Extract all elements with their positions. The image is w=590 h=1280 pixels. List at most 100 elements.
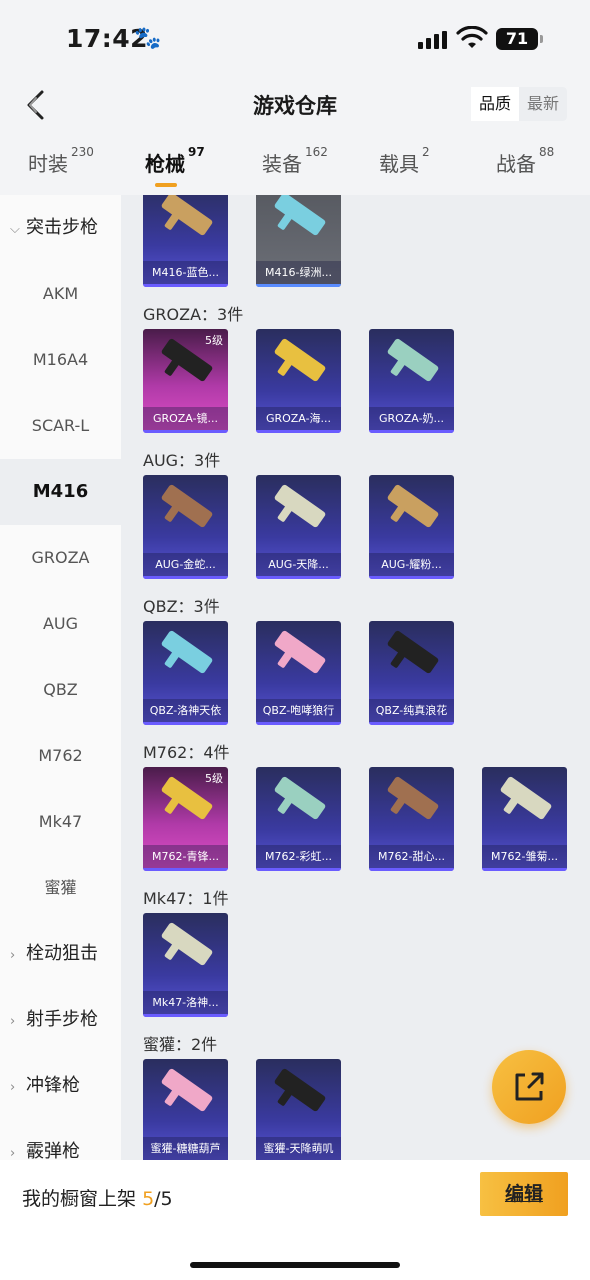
showcase-status: 我的橱窗上架 5/5	[22, 1188, 173, 1210]
sidebar-group-shotgun[interactable]: › 霰弹枪	[0, 1119, 121, 1160]
item-card[interactable]: AUG-金蛇...	[143, 475, 228, 579]
sort-quality-button[interactable]: 品质	[471, 87, 520, 121]
item-card[interactable]: QBZ-洛神天依	[143, 621, 228, 725]
item-card[interactable]: M762-雏菊...	[482, 767, 567, 871]
item-card[interactable]: Mk47-洛神...	[143, 913, 228, 1017]
gun-skin-icon	[273, 1067, 327, 1113]
tab-fashion[interactable]: 时装 230	[28, 145, 94, 177]
gun-skin-icon	[160, 195, 214, 237]
item-card[interactable]: 蜜獾-糖糖葫芦	[143, 1059, 228, 1160]
gun-skin-icon	[386, 483, 440, 529]
item-card[interactable]: 5级 M762-青锋...	[143, 767, 228, 871]
rarity-bar	[143, 1014, 228, 1017]
item-card[interactable]: M416-绿洲...	[256, 195, 341, 287]
section-label: AUG：3件	[143, 451, 221, 470]
item-card[interactable]: M762-甜心...	[369, 767, 454, 871]
item-name: M762-雏菊...	[482, 845, 567, 869]
section-label: Mk47：1件	[143, 889, 229, 908]
edit-button[interactable]: 编辑	[480, 1172, 568, 1216]
item-name: GROZA-海...	[256, 407, 341, 431]
item-card[interactable]: GROZA-奶...	[369, 329, 454, 433]
rarity-bar	[369, 868, 454, 871]
sort-latest-button[interactable]: 最新	[519, 87, 568, 121]
sidebar-group-dmr[interactable]: › 射手步枪	[0, 987, 121, 1053]
rarity-bar	[143, 868, 228, 871]
item-card[interactable]: M762-彩虹...	[256, 767, 341, 871]
sort-toggle: 品质 最新	[471, 87, 568, 121]
item-card[interactable]: GROZA-海...	[256, 329, 341, 433]
sidebar-item-aug[interactable]: AUG	[0, 591, 121, 657]
item-card[interactable]: AUG-耀粉...	[369, 475, 454, 579]
rarity-bar	[143, 576, 228, 579]
section-label: QBZ：3件	[143, 597, 220, 616]
rarity-bar	[256, 430, 341, 433]
status-bar: 17:42 🐾 71	[0, 0, 590, 80]
gun-skin-icon	[160, 629, 214, 675]
item-name: M416-绿洲...	[256, 261, 341, 285]
sidebar-item-akm[interactable]: AKM	[0, 261, 121, 327]
rarity-bar	[256, 576, 341, 579]
sidebar-item-m762[interactable]: M762	[0, 723, 121, 789]
gun-skin-icon	[160, 483, 214, 529]
rarity-bar	[369, 430, 454, 433]
external-link-icon	[515, 1072, 544, 1101]
sidebar-group-bolt-sniper[interactable]: › 栓动狙击	[0, 921, 121, 987]
sidebar: ⌵ 突击步枪 AKM M16A4 SCAR-L M416 GROZA AUG QB…	[0, 195, 121, 1160]
paw-icon: 🐾	[134, 26, 162, 51]
gun-skin-icon	[386, 337, 440, 383]
rarity-bar	[143, 430, 228, 433]
item-card[interactable]: AUG-天降...	[256, 475, 341, 579]
category-tabs: 时装 230 枪械 97 装备 162 载具 2 战备 88	[0, 140, 590, 192]
item-name: GROZA-奶...	[369, 407, 454, 431]
sidebar-item-scar-l[interactable]: SCAR-L	[0, 393, 121, 459]
item-name: 蜜獾-天降萌叽	[256, 1137, 341, 1160]
item-name: M762-彩虹...	[256, 845, 341, 869]
rarity-bar	[143, 284, 228, 287]
gun-skin-icon	[273, 483, 327, 529]
rarity-bar	[369, 576, 454, 579]
sidebar-item-honey-badger[interactable]: 蜜獾	[0, 855, 121, 921]
section-label: M762：4件	[143, 743, 230, 762]
item-name: AUG-天降...	[256, 553, 341, 577]
rarity-bar	[256, 722, 341, 725]
tab-guns[interactable]: 枪械 97	[145, 145, 205, 177]
gun-skin-icon	[386, 629, 440, 675]
sidebar-item-mk47[interactable]: Mk47	[0, 789, 121, 855]
item-name: QBZ-洛神天依	[143, 699, 228, 723]
item-card[interactable]: M416-蓝色...	[143, 195, 228, 287]
sidebar-group-smg[interactable]: › 冲锋枪	[0, 1053, 121, 1119]
gun-skin-icon	[160, 921, 214, 967]
active-tab-indicator	[155, 183, 177, 187]
item-name: Mk47-洛神...	[143, 991, 228, 1015]
sidebar-item-groza[interactable]: GROZA	[0, 525, 121, 591]
item-name: M762-甜心...	[369, 845, 454, 869]
tab-equipment[interactable]: 装备 162	[262, 145, 328, 177]
item-grid: M416-蓝色... M416-绿洲... GROZA：3件 5级 GROZA-镜...…	[121, 195, 590, 1160]
sidebar-item-m16a4[interactable]: M16A4	[0, 327, 121, 393]
sidebar-item-m416[interactable]: M416	[0, 459, 121, 525]
item-name: AUG-金蛇...	[143, 553, 228, 577]
gun-skin-icon	[386, 775, 440, 821]
section-label: 蜜獾：2件	[143, 1035, 218, 1054]
gun-skin-icon	[499, 775, 553, 821]
gun-skin-icon	[273, 629, 327, 675]
gun-skin-icon	[160, 1067, 214, 1113]
tab-supplies[interactable]: 战备 88	[496, 145, 554, 177]
chevron-right-icon: ›	[10, 1014, 16, 1029]
sidebar-group-assault-rifles[interactable]: ⌵ 突击步枪	[0, 195, 121, 261]
gun-skin-icon	[273, 775, 327, 821]
item-card[interactable]: QBZ-纯真浪花	[369, 621, 454, 725]
item-card[interactable]: QBZ-咆哮狼行	[256, 621, 341, 725]
share-button[interactable]	[492, 1050, 566, 1124]
tab-vehicles[interactable]: 载具 2	[379, 145, 430, 177]
section-label: GROZA：3件	[143, 305, 244, 324]
cellular-signal-icon	[418, 31, 448, 49]
header: 游戏仓库 品质 最新	[0, 80, 590, 130]
chevron-right-icon: ›	[10, 1080, 16, 1095]
sidebar-item-qbz[interactable]: QBZ	[0, 657, 121, 723]
item-card[interactable]: 蜜獾-天降萌叽	[256, 1059, 341, 1160]
rarity-bar	[482, 868, 567, 871]
rarity-bar	[256, 284, 341, 287]
item-card[interactable]: 5级 GROZA-镜...	[143, 329, 228, 433]
item-name: M762-青锋...	[143, 845, 228, 869]
